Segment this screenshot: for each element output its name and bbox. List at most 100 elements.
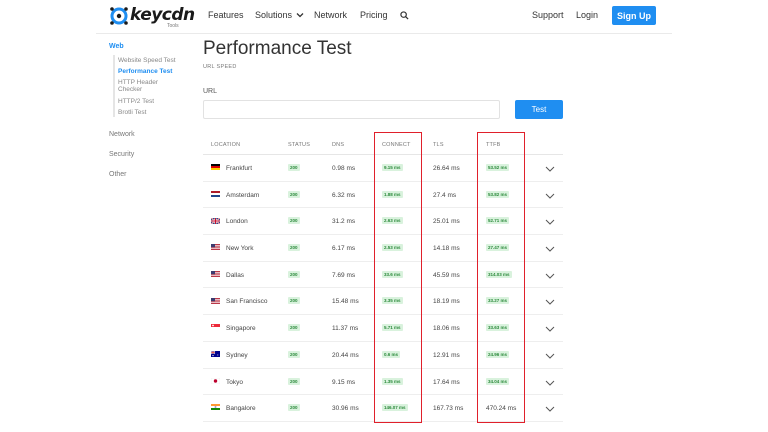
chevron-down-icon[interactable] (545, 219, 555, 226)
location-name: London (226, 218, 248, 226)
tls-cell: 26.64 ms (433, 165, 460, 172)
test-button[interactable]: Test (515, 100, 563, 119)
location-name: Sydney (226, 351, 248, 359)
tls-cell: 45.59 ms (433, 271, 460, 279)
flag-uk-icon (211, 217, 220, 224)
flag-us-icon (211, 244, 220, 251)
flag-au-icon (211, 351, 220, 358)
chevron-down-icon[interactable] (545, 326, 555, 332)
chevron-down-icon (296, 13, 304, 18)
chevron-down-icon[interactable] (545, 380, 555, 386)
location-name: Dallas (226, 271, 245, 279)
status-cell: 200 (288, 324, 300, 332)
flag-nl-icon (211, 190, 220, 197)
tls-cell: 167.73 ms (433, 405, 464, 413)
status-cell: 200 (288, 270, 300, 279)
sidebar-item-http2-test[interactable]: HTTP/2 Test (118, 98, 154, 105)
location-cell: Dallas (211, 271, 245, 279)
chevron-down-icon[interactable] (545, 246, 555, 252)
sidebar-section-web[interactable]: Web (109, 43, 124, 50)
logo-text: keycdn (130, 5, 195, 25)
flag-jp-icon (211, 377, 220, 384)
status-badge: 200 (288, 164, 300, 171)
status-badge: 200 (288, 244, 300, 252)
dns-cell: 11.37 ms (332, 325, 359, 333)
header-tls: TLS (433, 142, 444, 148)
location-name: Tokyo (226, 378, 243, 386)
sidebar-section-other[interactable]: Other (109, 171, 127, 178)
logo-subtext: Tools (167, 23, 179, 29)
nav-network[interactable]: Network (314, 10, 347, 20)
flag-us-icon (211, 297, 220, 304)
connect-column-highlight (374, 132, 422, 423)
nav-solutions-label: Solutions (255, 10, 293, 20)
header-location: LOCATION (211, 142, 241, 148)
location-cell: Singapore (211, 324, 256, 333)
dns-cell: 7.69 ms (332, 271, 356, 279)
status-badge: 200 (288, 404, 300, 412)
url-label: URL (203, 88, 218, 95)
tls-cell: 18.06 ms (433, 325, 460, 333)
sidebar-item-website-speed-test[interactable]: Website Speed Test (118, 57, 176, 64)
status-cell: 200 (288, 350, 300, 359)
location-cell: Sydney (211, 351, 248, 359)
dns-cell: 0.98 ms (332, 165, 356, 172)
flag-de-icon (211, 164, 220, 171)
location-name: Singapore (226, 325, 256, 333)
flag-us-icon (211, 271, 220, 278)
sidebar-item-brotli-test[interactable]: Brotli Test (118, 109, 146, 116)
location-cell: Tokyo (211, 377, 243, 386)
location-cell: Frankfurt (211, 164, 253, 172)
chevron-down-icon[interactable] (545, 353, 555, 359)
tls-cell: 14.18 ms (433, 245, 460, 253)
nav-features[interactable]: Features (208, 10, 244, 20)
keycdn-logo[interactable]: keycdn Tools (109, 5, 195, 29)
tls-cell: 12.91 ms (433, 351, 460, 359)
dns-cell: 30.96 ms (332, 405, 359, 413)
ttfb-column-highlight (477, 132, 525, 423)
dns-cell: 6.17 ms (332, 245, 356, 253)
location-cell: London (211, 217, 248, 226)
dns-cell: 15.48 ms (332, 298, 359, 306)
header-dns: DNS (332, 142, 345, 148)
sidebar-section-security[interactable]: Security (109, 151, 134, 158)
nav-login[interactable]: Login (576, 10, 598, 20)
location-name: Bangalore (226, 405, 256, 413)
location-cell: Amsterdam (211, 190, 259, 199)
status-cell: 200 (288, 190, 300, 199)
header-status: STATUS (288, 142, 311, 148)
status-cell: 200 (288, 404, 300, 412)
status-cell: 200 (288, 297, 300, 305)
nav-pricing[interactable]: Pricing (360, 10, 388, 20)
nav-solutions[interactable]: Solutions (255, 10, 304, 20)
signup-button[interactable]: Sign Up (612, 6, 656, 25)
status-cell: 200 (288, 217, 300, 225)
status-cell: 200 (288, 164, 300, 172)
sidebar-submenu-line (113, 55, 115, 117)
tls-cell: 27.4 ms (433, 191, 457, 199)
tls-cell: 17.64 ms (433, 378, 460, 386)
status-badge: 200 (288, 217, 300, 225)
status-badge: 200 (288, 350, 300, 358)
sidebar-section-network[interactable]: Network (109, 131, 135, 138)
chevron-down-icon[interactable] (545, 406, 555, 412)
location-cell: Bangalore (211, 404, 256, 413)
status-badge: 200 (288, 324, 300, 332)
sidebar-item-performance-test[interactable]: Performance Test (118, 68, 172, 75)
location-cell: San Francisco (211, 297, 268, 305)
sidebar-item-http-header-checker[interactable]: HTTP Header Checker (118, 79, 178, 93)
location-name: Frankfurt (226, 165, 253, 172)
chevron-down-icon[interactable] (545, 273, 555, 279)
status-badge: 200 (288, 377, 300, 385)
dns-cell: 20.44 ms (332, 351, 359, 359)
url-input[interactable] (203, 100, 500, 119)
search-icon[interactable] (400, 11, 409, 20)
dns-cell: 6.32 ms (332, 191, 356, 199)
chevron-down-icon[interactable] (545, 299, 555, 306)
chevron-down-icon[interactable] (545, 166, 555, 172)
chevron-down-icon[interactable] (545, 193, 555, 199)
flag-sg-icon (211, 324, 220, 331)
nav-support[interactable]: Support (532, 10, 564, 20)
page-title: Performance Test (203, 38, 352, 59)
status-cell: 200 (288, 244, 300, 252)
